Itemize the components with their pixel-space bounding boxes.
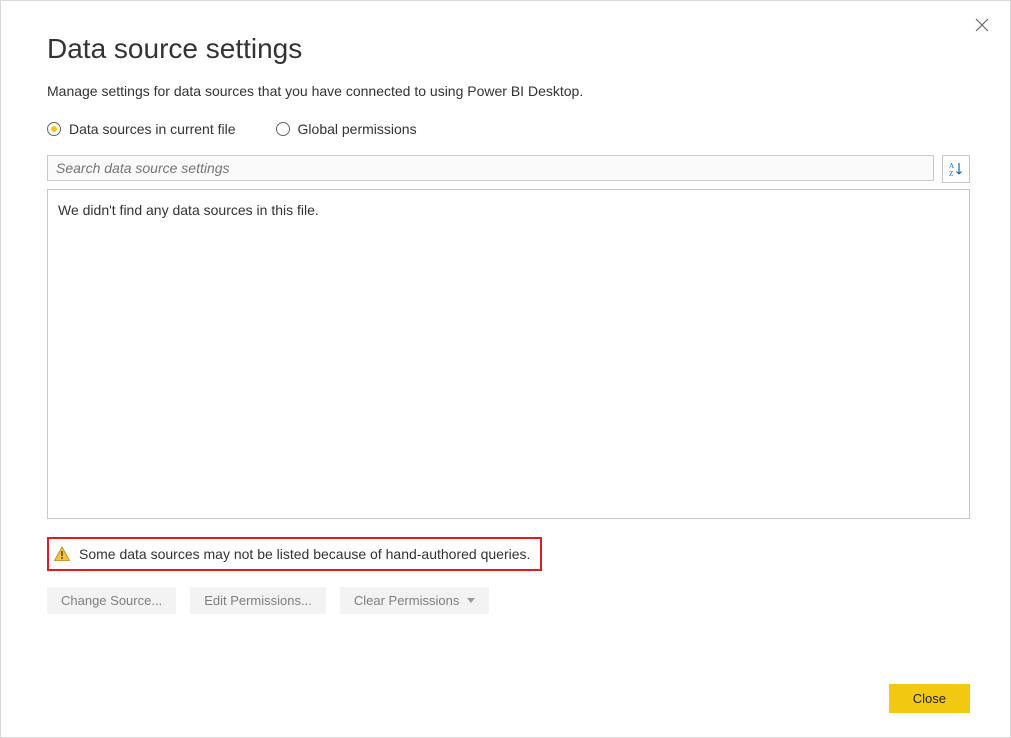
- search-input[interactable]: [47, 155, 934, 181]
- svg-text:A: A: [949, 162, 954, 170]
- svg-text:Z: Z: [949, 170, 953, 177]
- radio-global-permissions-label: Global permissions: [298, 121, 417, 137]
- page-subtitle: Manage settings for data sources that yo…: [47, 83, 970, 99]
- warning-text: Some data sources may not be listed beca…: [79, 546, 530, 562]
- radio-current-file[interactable]: Data sources in current file: [47, 121, 236, 137]
- change-source-label: Change Source...: [61, 593, 162, 608]
- radio-indicator-icon: [47, 122, 61, 136]
- data-sources-list[interactable]: We didn't find any data sources in this …: [47, 189, 970, 519]
- close-button-label: Close: [913, 691, 946, 706]
- radio-indicator-icon: [276, 122, 290, 136]
- warning-callout: Some data sources may not be listed beca…: [47, 537, 542, 571]
- list-empty-message: We didn't find any data sources in this …: [58, 202, 319, 218]
- radio-global-permissions[interactable]: Global permissions: [276, 121, 417, 137]
- sort-button[interactable]: A Z: [942, 155, 970, 183]
- change-source-button[interactable]: Change Source...: [47, 587, 176, 614]
- edit-permissions-button[interactable]: Edit Permissions...: [190, 587, 326, 614]
- close-button[interactable]: Close: [889, 684, 970, 713]
- page-title: Data source settings: [47, 33, 970, 65]
- edit-permissions-label: Edit Permissions...: [204, 593, 312, 608]
- clear-permissions-label: Clear Permissions: [354, 593, 459, 608]
- chevron-down-icon: [467, 598, 475, 603]
- scope-radio-group: Data sources in current file Global perm…: [47, 121, 970, 137]
- clear-permissions-button[interactable]: Clear Permissions: [340, 587, 489, 614]
- sort-az-icon: A Z: [948, 161, 964, 177]
- close-icon[interactable]: [972, 15, 992, 35]
- radio-current-file-label: Data sources in current file: [69, 121, 236, 137]
- warning-icon: [53, 545, 71, 563]
